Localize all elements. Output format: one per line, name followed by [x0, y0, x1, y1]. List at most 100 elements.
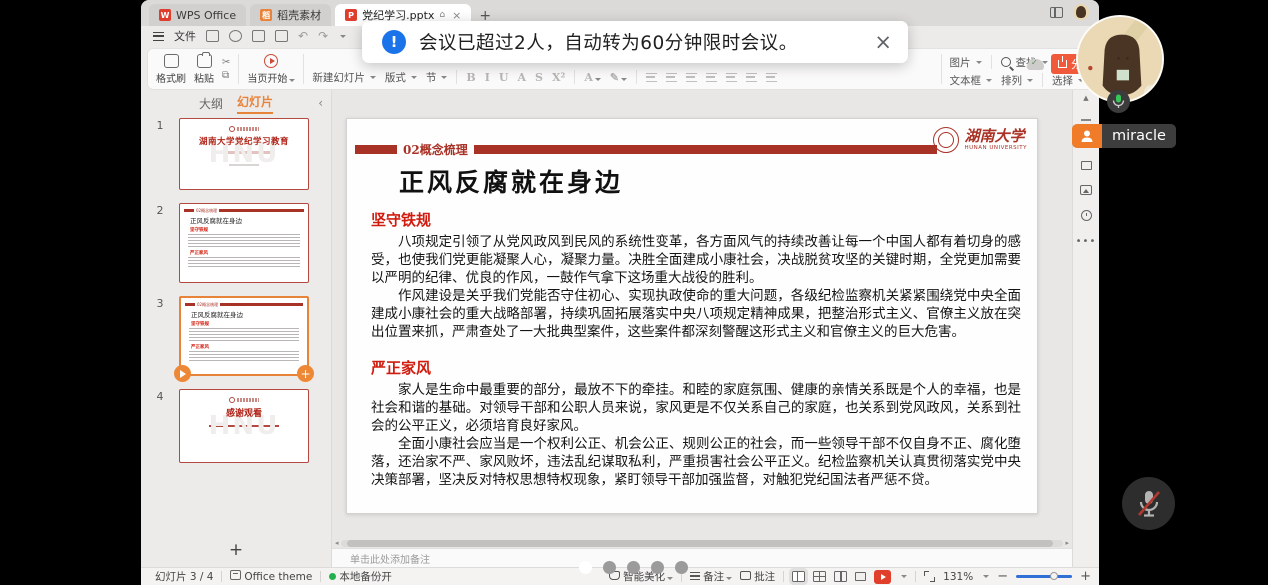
more-tools-icon[interactable]: •••: [1076, 236, 1097, 247]
fit-window-icon[interactable]: [924, 571, 935, 582]
italic-button[interactable]: I: [485, 71, 490, 84]
slide-title[interactable]: 正风反腐就在身边: [399, 163, 623, 199]
zoom-out-button[interactable]: −: [997, 570, 1008, 583]
mute-microphone-button[interactable]: [1122, 477, 1175, 530]
print-icon[interactable]: [252, 30, 265, 42]
redo-caret-icon[interactable]: [340, 35, 346, 38]
scroll-up-icon[interactable]: ▲: [1083, 94, 1088, 102]
page-dot[interactable]: [627, 561, 640, 574]
normal-view-button[interactable]: [792, 571, 805, 582]
banner-close-icon[interactable]: ×: [874, 32, 892, 53]
reading-view-button[interactable]: [834, 571, 847, 582]
add-slide-here-button[interactable]: +: [297, 365, 314, 382]
play-from-current-button[interactable]: 当页开始: [247, 54, 295, 85]
person-icon: [1080, 129, 1094, 143]
bold-button[interactable]: B: [466, 71, 475, 84]
slideshow-caret-icon[interactable]: [901, 575, 907, 578]
format-painter-button[interactable]: 格式刷: [156, 54, 186, 85]
redo-icon[interactable]: ↷: [318, 29, 328, 43]
superscript-button[interactable]: X²: [552, 71, 565, 84]
thumb-title: 湖南大学党纪学习教育: [180, 135, 308, 147]
menu-icon[interactable]: [153, 32, 164, 41]
slide-thumb-4[interactable]: 4 HNU 感谢观看: [141, 389, 331, 463]
cut-icon[interactable]: ✂: [222, 58, 230, 68]
play-from-current-label: 当页开始: [247, 70, 295, 85]
zoom-slider-thumb[interactable]: [1050, 572, 1058, 580]
page-dot-active[interactable]: [579, 561, 592, 574]
section-button[interactable]: 节: [426, 70, 448, 85]
save-icon[interactable]: [206, 30, 219, 42]
new-slide-bottom-button[interactable]: +: [141, 533, 331, 567]
underline-button[interactable]: U: [499, 71, 509, 84]
slide-sorter-view-button[interactable]: [813, 571, 826, 582]
mirror-icon[interactable]: [855, 572, 866, 581]
local-backup-status[interactable]: 本地备份开: [329, 569, 392, 584]
participant-mic-active-icon[interactable]: [1107, 90, 1130, 113]
textbox-button[interactable]: 文本框: [950, 73, 993, 88]
strikethrough-button[interactable]: S: [535, 71, 543, 84]
slide-thumb-1[interactable]: 1 HNU 湖南大学党纪学习教育: [141, 118, 331, 190]
paste-button[interactable]: 粘贴: [194, 54, 214, 85]
account-avatar[interactable]: [1073, 4, 1089, 20]
zoom-slider[interactable]: [1016, 575, 1072, 578]
copy-icon[interactable]: ⧉: [222, 71, 230, 81]
indent-decrease-icon[interactable]: [746, 73, 757, 82]
close-tab-icon[interactable]: ×: [452, 9, 461, 22]
arrange-button[interactable]: 排列: [1001, 73, 1033, 88]
slideshow-button[interactable]: [874, 570, 891, 584]
section-heading: 坚守铁规: [371, 209, 1021, 230]
theme-button[interactable]: Office theme: [230, 570, 312, 583]
horizontal-scrollbar[interactable]: ◂ ▸: [332, 539, 1072, 548]
slides-panel: 大纲 幻灯片 ‹ 1 HNU 湖南大学党纪学习教育: [141, 90, 332, 567]
zoom-caret-icon[interactable]: [983, 575, 989, 578]
file-menu[interactable]: 文件: [174, 28, 196, 44]
history-icon[interactable]: [1081, 210, 1092, 221]
link-icon[interactable]: [229, 30, 242, 42]
new-slide-button[interactable]: 新建幻灯片: [312, 70, 376, 85]
font-color-button[interactable]: A: [584, 71, 601, 84]
tab-wps-office[interactable]: W WPS Office: [149, 4, 246, 26]
slide-canvas[interactable]: 02概念梳理 湖南大学 HUNAN UNIVERSITY 正风反腐就在身边 坚守…: [332, 90, 1072, 539]
indent-increase-icon[interactable]: [766, 73, 777, 82]
thumb-tag: 02概念梳理: [195, 302, 220, 308]
tab-slides[interactable]: 幻灯片: [237, 93, 273, 114]
highlight-button[interactable]: ✎: [610, 71, 627, 84]
play-slide-button[interactable]: [174, 365, 191, 382]
home-icon[interactable]: ⌂: [439, 10, 445, 20]
current-slide[interactable]: 02概念梳理 湖南大学 HUNAN UNIVERSITY 正风反腐就在身边 坚守…: [346, 118, 1038, 514]
slide-number: 4: [141, 389, 179, 463]
scroll-left-icon[interactable]: ◂: [335, 540, 339, 547]
overlay-page-dots[interactable]: [579, 561, 688, 574]
line-spacing-icon[interactable]: [726, 73, 737, 82]
layout-toggle-icon[interactable]: [1050, 7, 1063, 18]
tab-outline[interactable]: 大纲: [199, 95, 223, 112]
page-dot[interactable]: [675, 561, 688, 574]
scrollbar-thumb[interactable]: [347, 540, 1054, 547]
align-right-icon[interactable]: [686, 73, 697, 82]
slide-body-text[interactable]: 坚守铁规 八项规定引领了从党风政风到民风的系统性变革，各方面风气的持续改善让每一…: [371, 209, 1021, 489]
tab-docer[interactable]: 稻 稻壳素材: [250, 4, 331, 26]
slide-thumb-3-selected[interactable]: 3 02概念梳理 正风反腐就在身边 坚守铁规 严正家风 +: [141, 296, 331, 376]
comments-button[interactable]: 批注: [740, 569, 775, 584]
notes-toggle-button[interactable]: 备注: [690, 569, 732, 584]
scroll-right-icon[interactable]: ▸: [1065, 540, 1069, 547]
zoom-in-button[interactable]: +: [1080, 570, 1091, 583]
align-left-icon[interactable]: [646, 73, 657, 82]
align-center-icon[interactable]: [666, 73, 677, 82]
page-dot[interactable]: [603, 561, 616, 574]
undo-icon[interactable]: ↶: [298, 29, 308, 43]
collapse-panel-icon[interactable]: ‹: [318, 96, 323, 110]
picture-button[interactable]: 图片: [950, 55, 982, 70]
slide-thumb-2[interactable]: 2 02概念梳理 正风反腐就在身边 坚守铁规 严正家风: [141, 203, 331, 283]
zoom-level[interactable]: 131%: [943, 571, 973, 583]
char-format-button[interactable]: A: [517, 71, 526, 84]
media-icon[interactable]: [1080, 185, 1092, 195]
transition-icon[interactable]: [1081, 161, 1092, 170]
layout-button[interactable]: 版式: [385, 70, 417, 85]
cloud-sync-icon[interactable]: [1027, 59, 1044, 70]
page-dot[interactable]: [651, 561, 664, 574]
print-preview-icon[interactable]: [275, 30, 288, 42]
justify-icon[interactable]: [706, 73, 717, 82]
collapse-strip-icon[interactable]: [1081, 119, 1091, 121]
notes-bar[interactable]: 单击此处添加备注: [332, 548, 1072, 567]
